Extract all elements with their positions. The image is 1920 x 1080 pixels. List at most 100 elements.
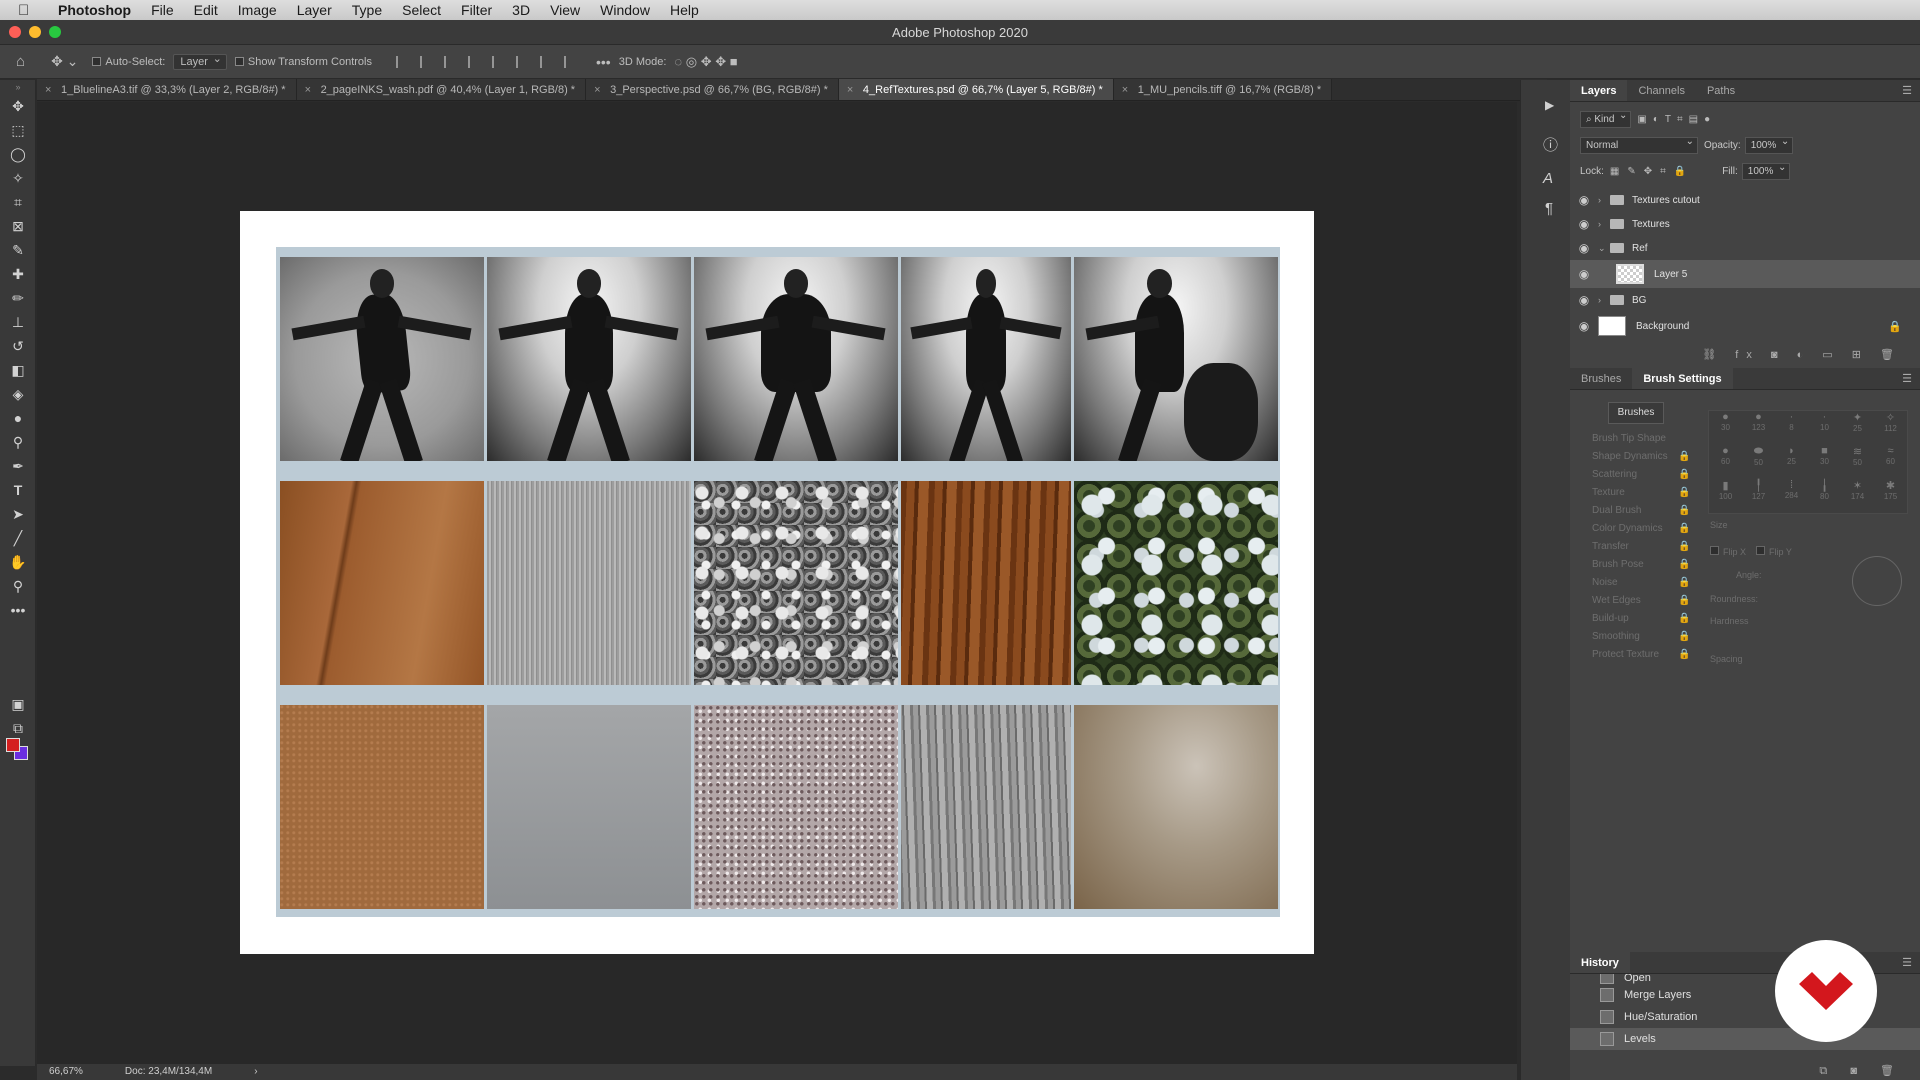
- type-tool-icon[interactable]: T: [0, 478, 36, 502]
- info-icon[interactable]: ⓘ: [1543, 134, 1558, 155]
- brush-option[interactable]: Smoothing 🔒: [1570, 628, 1920, 646]
- opacity-field[interactable]: 100%: [1744, 136, 1794, 154]
- brush-preset-grid[interactable]: ● 30 ● 123 · 8 · 10 ✦ 25 ✧ 112 ● 60 ⬬ 50 ◗ 25 ■ 30…: [1708, 410, 1908, 514]
- window-maximize-button[interactable]: [49, 26, 61, 38]
- chevron-right-icon[interactable]: ›: [1598, 195, 1610, 205]
- distribute-vertical-icon[interactable]: [563, 55, 576, 68]
- close-tab-icon[interactable]: ×: [45, 79, 51, 101]
- visibility-eye-icon[interactable]: ◉: [1570, 241, 1598, 255]
- tab-document-active[interactable]: × 4_RefTextures.psd @ 66,7% (Layer 5, RGB…: [838, 79, 1114, 101]
- lasso-tool-icon[interactable]: ◯: [0, 142, 36, 166]
- panel-menu-icon[interactable]: ☰: [1902, 952, 1912, 973]
- align-top-icon[interactable]: [491, 55, 504, 68]
- path-selection-tool-icon[interactable]: ➤: [0, 502, 36, 526]
- healing-brush-tool-icon[interactable]: ✚: [0, 262, 36, 286]
- blur-tool-icon[interactable]: ●: [0, 406, 36, 430]
- visibility-eye-icon[interactable]: ◉: [1570, 267, 1598, 281]
- close-tab-icon[interactable]: ×: [1122, 79, 1128, 101]
- more-options-icon[interactable]: •••: [596, 54, 611, 70]
- tab-document[interactable]: × 1_BluelineA3.tif @ 33,3% (Layer 2, RGB/…: [37, 79, 297, 100]
- layer-row[interactable]: ◉ › Textures cutout: [1570, 188, 1920, 212]
- pen-tool-icon[interactable]: ✒: [0, 454, 36, 478]
- tab-document[interactable]: × 3_Perspective.psd @ 66,7% (BG, RGB/8#) …: [586, 79, 839, 100]
- menu-image[interactable]: Image: [228, 2, 287, 18]
- visibility-eye-icon[interactable]: ◉: [1570, 193, 1598, 207]
- align-center-icon[interactable]: [419, 55, 432, 68]
- align-bottom-icon[interactable]: [539, 55, 552, 68]
- dodge-tool-icon[interactable]: ⚲: [0, 430, 36, 454]
- apple-icon[interactable]: : [18, 2, 38, 19]
- move-tool-preset-icon[interactable]: ✥ ⌄: [51, 53, 78, 70]
- filter-icons[interactable]: ▣◐T⌗▤●: [1637, 114, 1716, 125]
- menu-view[interactable]: View: [540, 2, 590, 18]
- menu-window[interactable]: Window: [590, 2, 660, 18]
- panel-menu-icon[interactable]: ☰: [1902, 80, 1912, 101]
- align-right-icon[interactable]: [443, 55, 456, 68]
- menu-filter[interactable]: Filter: [451, 2, 502, 18]
- flip-y-checkbox[interactable]: Flip Y: [1756, 546, 1792, 557]
- history-item-active[interactable]: Levels: [1570, 1028, 1920, 1050]
- layer-actions[interactable]: ⛓ fx ◙ ◐ ▭ ⊞ 🗑: [1570, 348, 1920, 368]
- menu-layer[interactable]: Layer: [287, 2, 342, 18]
- eraser-tool-icon[interactable]: ◧: [0, 358, 36, 382]
- paragraph-icon[interactable]: ¶: [1545, 200, 1553, 217]
- layer-row[interactable]: ◉ Background 🔒: [1570, 312, 1920, 340]
- tab-layers[interactable]: Layers: [1570, 80, 1628, 101]
- filter-kind-dropdown[interactable]: ⌕ Kind: [1580, 110, 1632, 128]
- marquee-tool-icon[interactable]: ⬚: [0, 118, 36, 142]
- tab-brush-settings[interactable]: Brush Settings: [1632, 368, 1733, 389]
- lock-icons[interactable]: ▦✎✥⌗🔒: [1610, 166, 1694, 177]
- menu-edit[interactable]: Edit: [184, 2, 228, 18]
- move-tool-icon[interactable]: ✥: [0, 94, 36, 118]
- layer-row[interactable]: ◉ ⌄ Ref: [1570, 236, 1920, 260]
- distribute-icon[interactable]: [467, 55, 480, 68]
- menu-help[interactable]: Help: [660, 2, 709, 18]
- status-menu-arrow[interactable]: ›: [242, 1064, 287, 1080]
- brush-angle-widget[interactable]: [1852, 556, 1902, 606]
- menu-3d[interactable]: 3D: [502, 2, 540, 18]
- chevron-right-icon[interactable]: ›: [1598, 219, 1610, 229]
- close-tab-icon[interactable]: ×: [847, 79, 853, 101]
- magic-wand-tool-icon[interactable]: ✧: [0, 166, 36, 190]
- menu-app-name[interactable]: Photoshop: [48, 2, 141, 18]
- paint-bucket-tool-icon[interactable]: ◈: [0, 382, 36, 406]
- tab-brushes[interactable]: Brushes: [1570, 368, 1632, 389]
- brush-option[interactable]: Color Dynamics 🔒: [1570, 520, 1920, 538]
- tab-paths[interactable]: Paths: [1696, 80, 1746, 101]
- chevron-down-icon[interactable]: ⌄: [1598, 243, 1610, 254]
- collapse-icon[interactable]: »: [0, 80, 36, 94]
- zoom-level[interactable]: 66,67%: [37, 1064, 113, 1080]
- line-tool-icon[interactable]: ╱: [0, 526, 36, 550]
- fill-field[interactable]: 100%: [1741, 162, 1791, 180]
- tab-document[interactable]: × 2_pageINKS_wash.pdf @ 40,4% (Layer 1, R…: [296, 79, 587, 101]
- align-middle-icon[interactable]: [515, 55, 528, 68]
- menu-type[interactable]: Type: [342, 2, 392, 18]
- hand-tool-icon[interactable]: ✋: [0, 550, 36, 574]
- window-minimize-button[interactable]: [29, 26, 41, 38]
- layer-row[interactable]: ◉ › BG: [1570, 288, 1920, 312]
- home-icon[interactable]: ⌂: [16, 53, 25, 70]
- stamp-tool-icon[interactable]: ⊥: [0, 310, 36, 334]
- eyedropper-tool-icon[interactable]: ✎: [0, 238, 36, 262]
- tab-channels[interactable]: Channels: [1627, 80, 1695, 101]
- tab-history[interactable]: History: [1570, 952, 1630, 973]
- auto-select-checkbox[interactable]: Auto-Select:: [92, 56, 165, 68]
- window-close-button[interactable]: [9, 26, 21, 38]
- panel-menu-icon[interactable]: ☰: [1902, 368, 1912, 389]
- zoom-tool-icon[interactable]: ⚲: [0, 574, 36, 598]
- history-actions[interactable]: ⧉ ◙ 🗑: [1570, 1064, 1920, 1078]
- screen-mode-icon[interactable]: ⧉: [0, 716, 36, 740]
- menu-select[interactable]: Select: [392, 2, 451, 18]
- edit-toolbar-icon[interactable]: •••: [0, 598, 36, 622]
- history-brush-tool-icon[interactable]: ↺: [0, 334, 36, 358]
- quick-mask-icon[interactable]: ▣: [0, 692, 36, 716]
- flip-x-checkbox[interactable]: Flip X: [1710, 546, 1746, 557]
- chevron-right-icon[interactable]: ›: [1598, 295, 1610, 305]
- brushes-button[interactable]: Brushes: [1608, 402, 1664, 424]
- tab-document[interactable]: × 1_MU_pencils.tiff @ 16,7% (RGB/8) *: [1113, 79, 1333, 101]
- blend-mode-dropdown[interactable]: Normal: [1580, 136, 1698, 154]
- close-tab-icon[interactable]: ×: [305, 79, 311, 101]
- auto-select-dropdown[interactable]: Layer: [173, 52, 227, 70]
- brush-option[interactable]: Protect Texture 🔒: [1570, 646, 1920, 664]
- menu-file[interactable]: File: [141, 2, 184, 18]
